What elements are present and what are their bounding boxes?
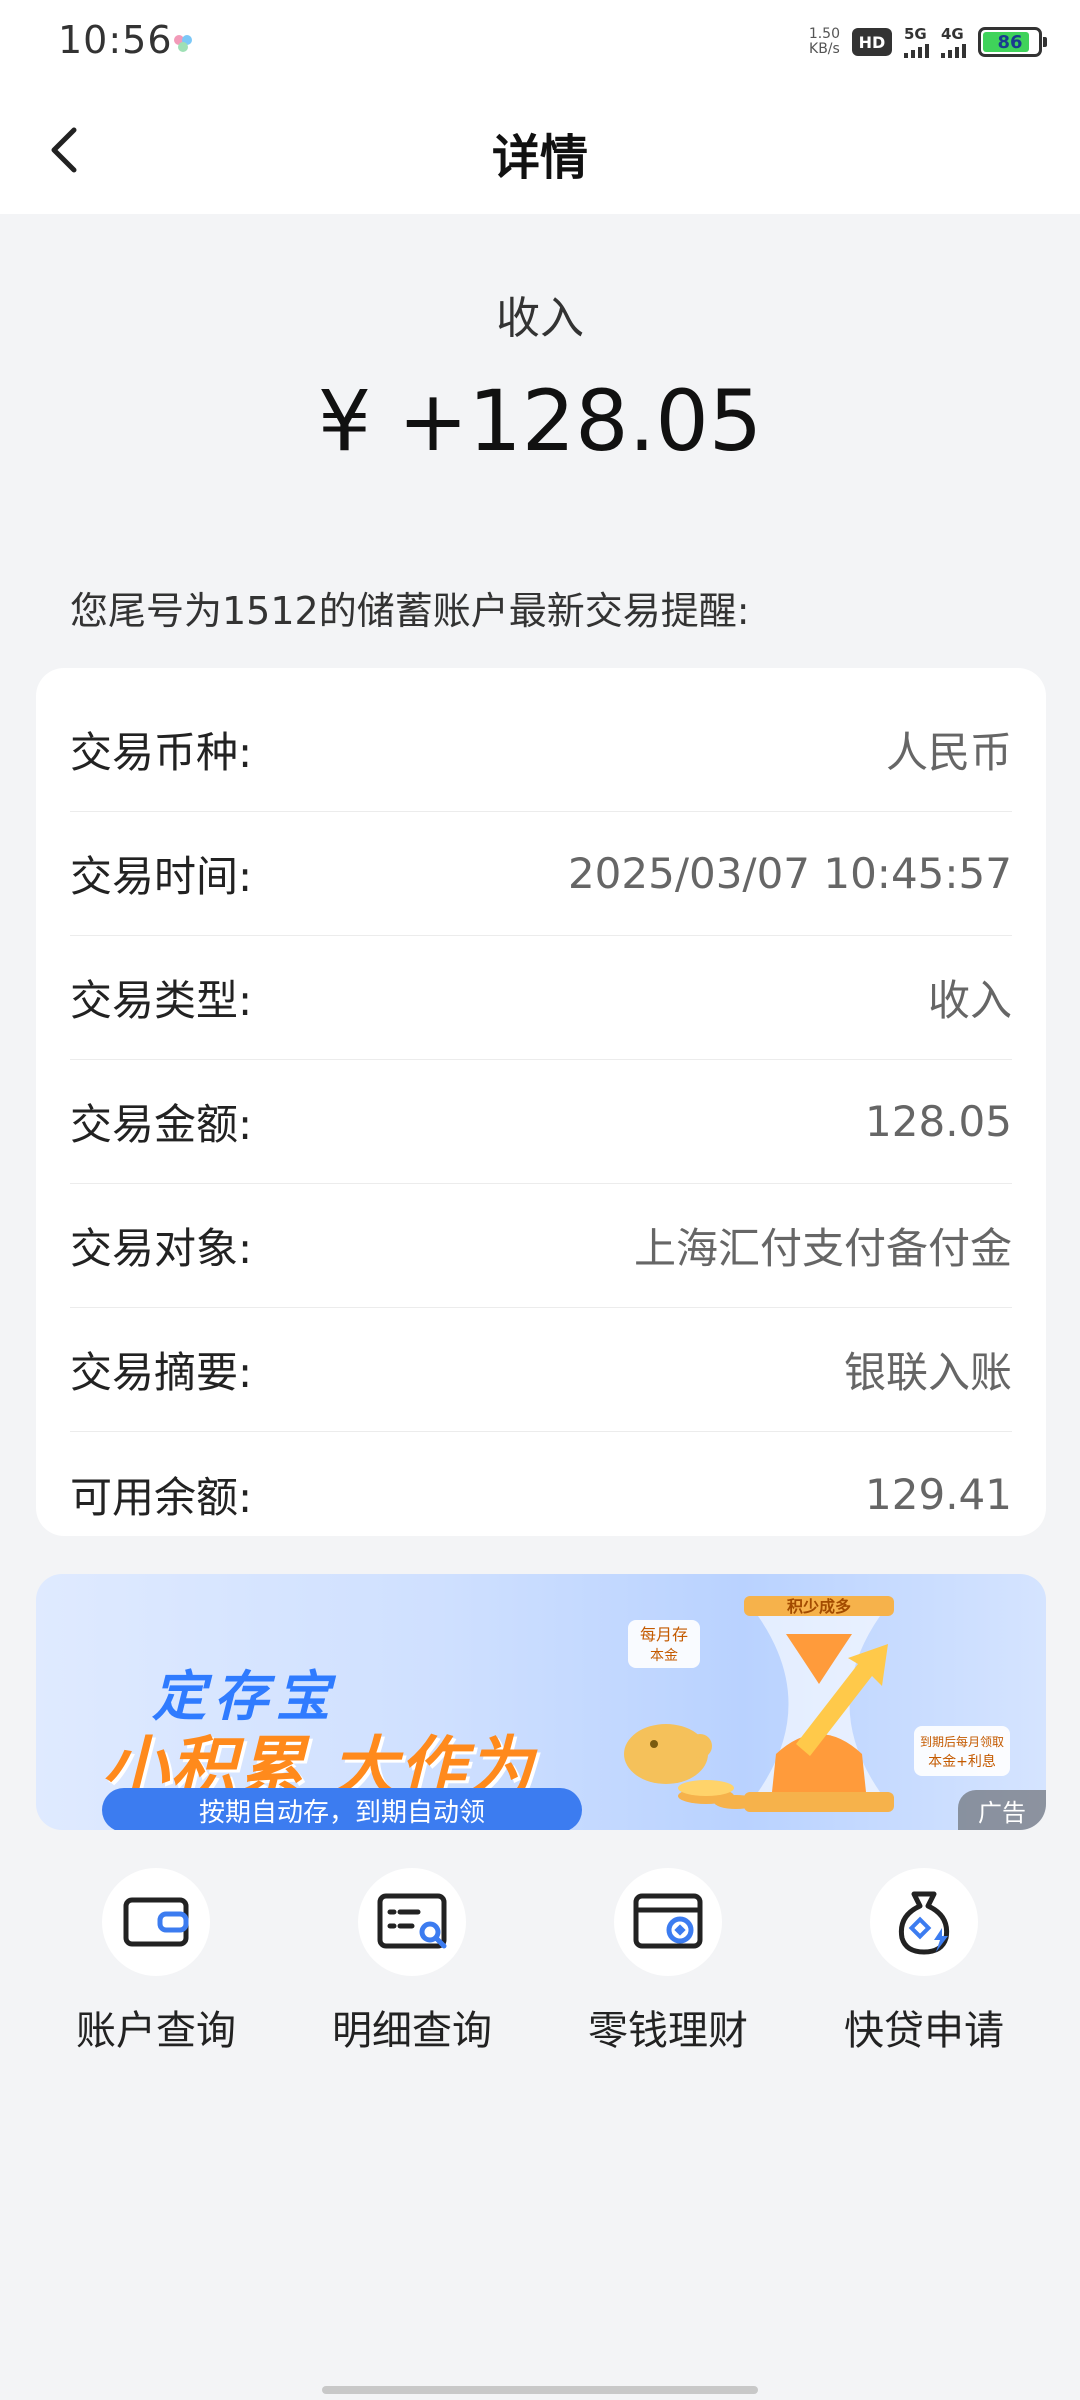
quick-action-change-wealth[interactable]: 零钱理财 <box>540 1868 796 2068</box>
card-coin-icon <box>633 1893 703 1949</box>
wallet-icon <box>123 1897 189 1947</box>
detail-value: 上海汇付支付备付金 <box>633 1224 1012 1273</box>
ad-art-label-3: 积少成多 <box>787 1597 851 1616</box>
detail-label: 交易时间: <box>70 852 253 901</box>
signal-5g-label: 5G <box>904 24 927 43</box>
detail-row-type: 交易类型: 收入 <box>70 936 1012 1060</box>
quick-action-label: 零钱理财 <box>588 2008 748 2054</box>
detail-label: 交易类型: <box>70 976 253 1025</box>
status-bar: 10:56 1.50 KB/s HD 5G 4G 86 <box>0 0 1080 84</box>
status-icons: 1.50 KB/s HD 5G 4G 86 <box>809 22 1047 62</box>
account-notice: 您尾号为1512的储蓄账户最新交易提醒: <box>70 589 750 633</box>
detail-label: 交易摘要: <box>70 1348 253 1397</box>
ad-art-label-1: 每月存 <box>640 1625 688 1644</box>
hd-voice-icon: HD <box>852 28 892 56</box>
home-indicator[interactable] <box>322 2386 758 2394</box>
signal-4g-label: 4G <box>941 24 964 43</box>
detail-label: 可用余额: <box>70 1472 253 1522</box>
detail-label: 交易币种: <box>70 728 253 777</box>
detail-label: 交易金额: <box>70 1100 253 1149</box>
ad-banner[interactable]: 定存宝 小积累 大作为 按期自动存，到期自动领 每月存 本金 积少成多 到期后每… <box>36 1574 1046 1830</box>
network-speed: 1.50 KB/s <box>809 27 840 57</box>
ad-art-label-4: 到期后每月领取 <box>920 1734 1004 1749</box>
ad-art-label-5: 本金+利息 <box>928 1753 996 1770</box>
detail-value: 128.05 <box>865 1097 1012 1146</box>
app-notification-icon <box>174 35 192 52</box>
transaction-type-heading: 收入 <box>496 293 584 344</box>
quick-action-account-query[interactable]: 账户查询 <box>28 1868 284 2068</box>
statement-search-icon <box>377 1893 447 1949</box>
detail-row-summary: 交易摘要: 银联入账 <box>70 1308 1012 1432</box>
detail-value: 人民币 <box>885 728 1012 777</box>
transaction-amount: ¥ +128.05 <box>317 372 763 470</box>
signal-4g-icon: 4G <box>941 24 966 58</box>
battery-icon: 86 <box>978 27 1047 57</box>
battery-level: 86 <box>997 31 1023 53</box>
ad-art-label-2: 本金 <box>650 1648 678 1664</box>
detail-row-currency: 交易币种: 人民币 <box>70 688 1012 812</box>
ad-tagline: 按期自动存，到期自动领 <box>102 1788 582 1830</box>
detail-value: 银联入账 <box>843 1348 1012 1397</box>
detail-label: 交易对象: <box>70 1224 253 1273</box>
quick-action-label: 快贷申请 <box>844 2008 1004 2054</box>
ad-tag: 广告 <box>958 1790 1046 1830</box>
detail-row-counterparty: 交易对象: 上海汇付支付备付金 <box>70 1184 1012 1308</box>
detail-row-balance: 可用余额: 129.41 <box>70 1432 1012 1556</box>
signal-5g-icon: 5G <box>904 24 929 58</box>
detail-row-time: 交易时间: 2025/03/07 10:45:57 <box>70 812 1012 936</box>
quick-actions: 账户查询 明细查询 零钱理财 快贷申请 <box>0 1868 1080 2068</box>
detail-row-amount: 交易金额: 128.05 <box>70 1060 1012 1184</box>
detail-value: 2025/03/07 10:45:57 <box>567 849 1012 898</box>
transaction-details-card: 交易币种: 人民币 交易时间: 2025/03/07 10:45:57 交易类型… <box>36 668 1046 1536</box>
quick-action-quick-loan[interactable]: 快贷申请 <box>796 1868 1052 2068</box>
quick-action-label: 明细查询 <box>332 2008 492 2054</box>
detail-value: 收入 <box>927 976 1012 1025</box>
page-title: 详情 <box>491 130 588 186</box>
network-speed-value: 1.50 <box>808 26 840 42</box>
detail-value: 129.41 <box>865 1469 1012 1519</box>
quick-action-label: 账户查询 <box>76 2008 236 2054</box>
status-time: 10:56 <box>58 18 173 62</box>
network-speed-unit: KB/s <box>809 41 840 57</box>
quick-action-statement-query[interactable]: 明细查询 <box>284 1868 540 2068</box>
nav-header: 详情 <box>0 84 1080 214</box>
money-bag-bolt-icon <box>898 1891 950 1955</box>
